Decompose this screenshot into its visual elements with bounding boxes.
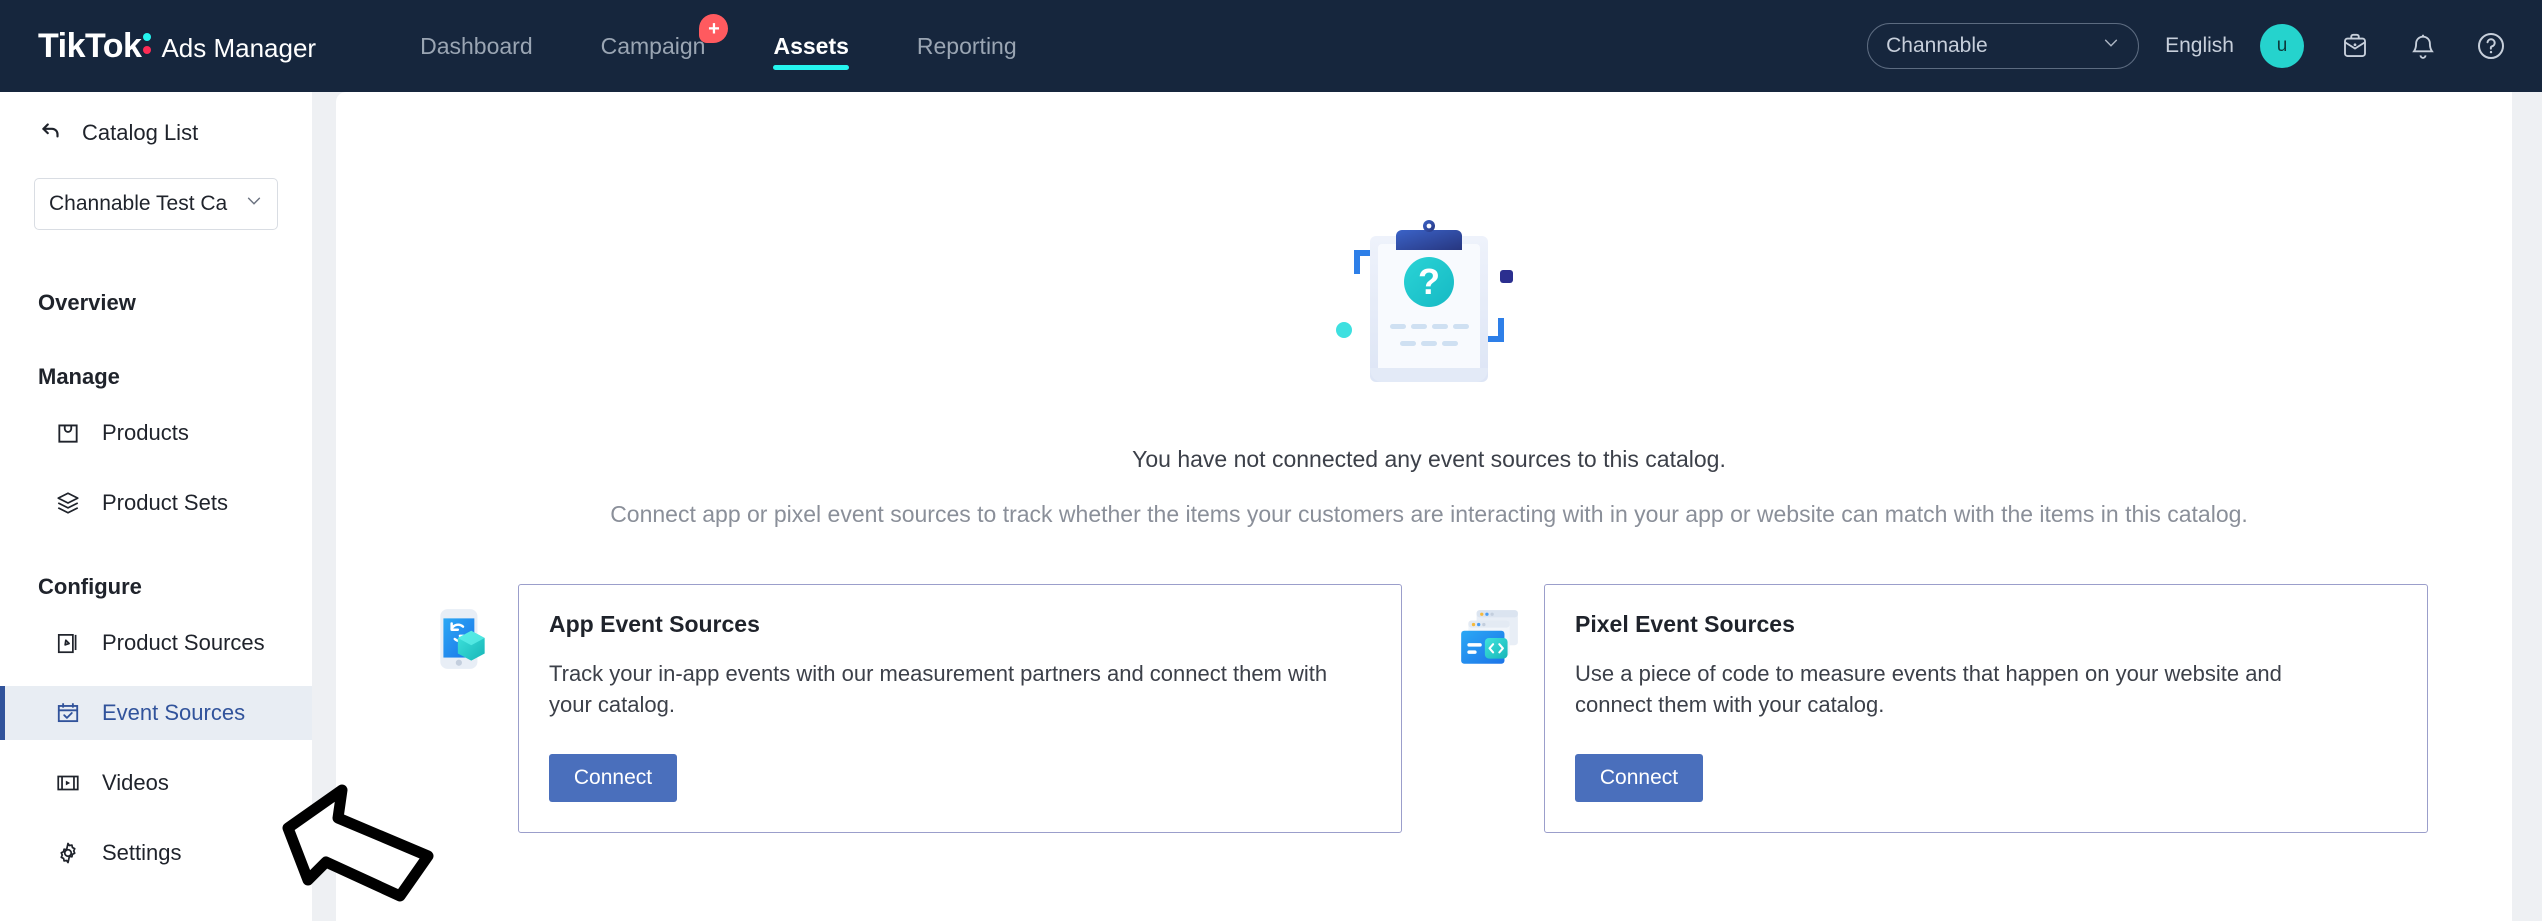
sidebar-section-manage: Manage (38, 364, 120, 389)
help-icon[interactable] (2474, 29, 2508, 63)
account-selector[interactable]: Channable (1867, 23, 2140, 69)
sidebar-item-product-sets[interactable]: Product Sets (0, 476, 312, 530)
calendar-check-icon (54, 699, 82, 727)
nav-label: Campaign (600, 32, 706, 59)
sidebar-item-products[interactable]: Products (0, 406, 312, 460)
film-icon (54, 769, 82, 797)
pixel-connect-button[interactable]: Connect (1575, 754, 1703, 803)
catalog-name: Channable Test Ca (49, 192, 228, 215)
card-description: Use a piece of code to measure events th… (1575, 661, 2282, 718)
nav-label: Assets (773, 32, 849, 59)
sidebar-item-label: Product Sets (102, 490, 228, 515)
sidebar-item-product-sources[interactable]: Product Sources (0, 616, 312, 670)
chevron-down-icon (2102, 34, 2120, 58)
app-event-sources-card: App Event Sources Track your in-app even… (518, 584, 1402, 834)
nav-item-assets[interactable]: Assets (747, 0, 874, 92)
card-title: Pixel Event Sources (1575, 611, 1795, 637)
empty-state-title: You have not connected any event sources… (1132, 446, 1726, 472)
bell-icon[interactable] (2406, 29, 2440, 63)
mobile-app-events-icon (440, 609, 485, 669)
sidebar-item-label: Videos (102, 770, 169, 795)
brand-colon-icon (143, 27, 154, 57)
app-connect-button[interactable]: Connect (549, 754, 677, 803)
brand-tiktok-text: TikTok (38, 26, 142, 65)
layers-icon (54, 489, 82, 517)
sidebar-item-videos[interactable]: Videos (0, 756, 312, 810)
back-to-catalog-list[interactable]: Catalog List (0, 110, 312, 156)
sidebar-item-label: Settings (102, 840, 182, 865)
body-area: Catalog List Channable Test Ca Overview … (0, 92, 2542, 921)
nav-label: Reporting (916, 32, 1017, 59)
main-navigation: Dashboard Campaign + Assets Reporting (394, 0, 1059, 92)
nav-item-reporting[interactable]: Reporting (891, 0, 1043, 92)
brand-suffix-text: Ads Manager (161, 32, 317, 63)
nav-item-dashboard[interactable]: Dashboard (394, 0, 559, 92)
card-title: App Event Sources (549, 611, 760, 637)
inbox-icon[interactable] (2338, 29, 2372, 63)
back-arrow-icon (38, 118, 64, 149)
browser-code-pixel-icon (1461, 610, 1518, 664)
sidebar-item-settings[interactable]: Settings (0, 826, 312, 880)
pixel-event-sources-group: Pixel Event Sources Use a piece of code … (1456, 584, 2428, 834)
svg-text:?: ? (1418, 261, 1440, 302)
empty-state-subtitle: Connect app or pixel event sources to tr… (610, 501, 2248, 527)
event-source-cards: App Event Sources Track your in-app even… (336, 584, 2522, 834)
active-tab-underline (773, 65, 849, 70)
catalog-selector[interactable]: Channable Test Ca (34, 178, 278, 230)
back-label: Catalog List (82, 120, 199, 145)
sidebar: Catalog List Channable Test Ca Overview … (0, 92, 312, 921)
top-header: TikTok Ads Manager Dashboard Campaign + … (0, 0, 2542, 92)
account-name: Channable (1886, 34, 1988, 57)
app-event-sources-group: App Event Sources Track your in-app even… (430, 584, 1402, 834)
shopping-bag-icon (54, 419, 82, 447)
clipboard-question-illustration: ? (1336, 220, 1513, 382)
sidebar-section-configure: Configure (38, 574, 142, 599)
pixel-event-sources-card: Pixel Event Sources Use a piece of code … (1544, 584, 2428, 834)
header-right-controls: Channable English u (1867, 23, 2508, 69)
right-gutter (2512, 92, 2522, 921)
sidebar-item-label: Event Sources (102, 700, 246, 725)
language-selector[interactable]: English (2165, 34, 2234, 58)
main-content-panel: ? You have not connected any event sourc… (336, 92, 2522, 921)
nav-label: Dashboard (420, 32, 533, 59)
document-pen-icon (54, 629, 82, 657)
nav-item-campaign[interactable]: Campaign + (575, 0, 732, 92)
sidebar-section-overview[interactable]: Overview (38, 290, 312, 316)
chevron-down-icon (245, 192, 263, 216)
card-description: Track your in-app events with our measur… (549, 661, 1328, 718)
sidebar-item-label: Product Sources (102, 630, 265, 655)
sidebar-item-event-sources[interactable]: Event Sources (0, 686, 312, 740)
gear-icon (54, 839, 82, 867)
plus-badge-icon[interactable]: + (699, 14, 729, 43)
avatar[interactable]: u (2260, 24, 2304, 68)
brand-logo[interactable]: TikTok Ads Manager (38, 27, 316, 66)
sidebar-item-label: Products (102, 420, 189, 445)
